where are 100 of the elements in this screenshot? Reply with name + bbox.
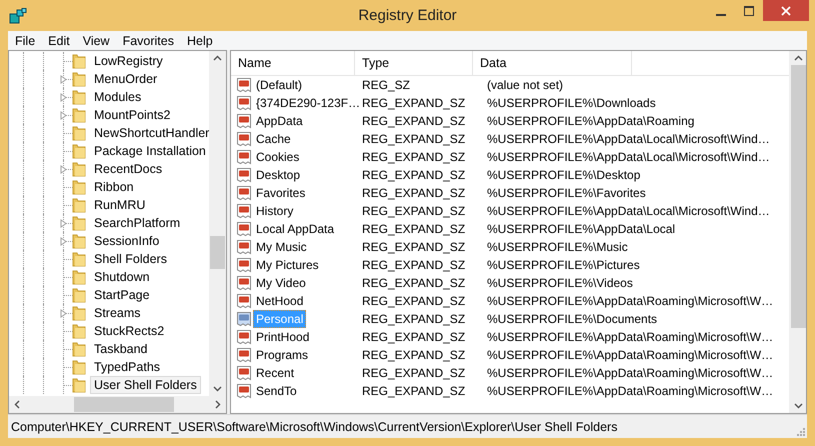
folder-icon <box>72 323 86 339</box>
tree-item[interactable]: Modules <box>90 88 146 106</box>
column-header[interactable]: Name <box>231 51 355 75</box>
tree-item[interactable]: RecentDocs <box>90 160 166 178</box>
tree-item[interactable]: User Shell Folders <box>90 376 201 394</box>
chevron-down-icon[interactable] <box>794 403 802 409</box>
string-value-icon <box>236 113 252 129</box>
table-cell-text: REG_EXPAND_SZ <box>361 294 466 308</box>
chevron-down-icon[interactable] <box>213 386 222 392</box>
minimize-icon <box>716 14 726 16</box>
tree-item[interactable]: SearchPlatform <box>90 214 184 232</box>
window-title: Registry Editor <box>358 7 457 24</box>
folder-icon <box>72 125 86 141</box>
chevron-left-icon[interactable] <box>14 400 20 409</box>
value-name[interactable]: My Music <box>253 238 310 256</box>
string-value-icon <box>236 203 252 219</box>
chevron-right-icon[interactable] <box>215 400 221 409</box>
table-cell-text: REG_EXPAND_SZ <box>361 204 466 218</box>
resize-grip-icon[interactable] <box>795 426 805 436</box>
value-name[interactable]: Cache <box>253 130 294 148</box>
table-cell-text: REG_EXPAND_SZ <box>361 276 466 290</box>
scroll-thumb[interactable] <box>74 397 174 412</box>
string-value-icon <box>236 221 252 237</box>
scroll-thumb[interactable] <box>210 236 225 269</box>
tree-item[interactable]: MountPoints2 <box>90 106 174 124</box>
value-name[interactable]: My Video <box>253 274 309 292</box>
table-cell-text: %USERPROFILE%\AppData\Local <box>486 222 676 236</box>
expand-arrow-icon[interactable] <box>60 75 67 84</box>
folder-icon <box>72 287 86 303</box>
tree-item[interactable]: Shutdown <box>90 268 154 286</box>
table-cell-text: %USERPROFILE%\AppData\Roaming\Microsoft\W… <box>486 384 774 398</box>
close-button[interactable] <box>763 0 809 21</box>
maximize-icon <box>744 6 754 16</box>
table-cell-text: (value not set) <box>486 78 564 92</box>
string-value-icon <box>236 347 252 363</box>
value-name[interactable]: NetHood <box>253 292 306 310</box>
folder-icon <box>72 359 86 375</box>
tree-item[interactable]: Streams <box>90 304 145 322</box>
scroll-thumb[interactable] <box>790 65 806 328</box>
tree-item[interactable]: SessionInfo <box>90 232 164 250</box>
folder-icon <box>72 53 86 69</box>
chevron-up-icon[interactable] <box>794 55 802 61</box>
table-cell-text: %USERPROFILE%\AppData\Roaming\Microsoft\W… <box>486 294 774 308</box>
scrollbar[interactable] <box>209 51 226 396</box>
tree-item[interactable]: Shell Folders <box>90 250 171 268</box>
chevron-up-icon[interactable] <box>213 55 222 61</box>
tree-item[interactable]: MenuOrder <box>90 70 162 88</box>
value-name[interactable]: Cookies <box>253 148 302 166</box>
tree-item[interactable]: RunMRU <box>90 196 150 214</box>
column-header[interactable]: Data <box>473 51 632 75</box>
table-cell-text: REG_SZ <box>361 78 412 92</box>
value-name[interactable]: Recent <box>253 364 298 382</box>
value-name[interactable]: AppData <box>253 112 306 130</box>
menu-item[interactable]: Edit <box>41 34 76 48</box>
string-value-icon <box>236 383 252 399</box>
value-name[interactable]: Desktop <box>253 166 304 184</box>
value-name[interactable]: Programs <box>253 346 312 364</box>
table-cell-text: REG_EXPAND_SZ <box>361 150 466 164</box>
folder-icon <box>72 197 86 213</box>
expand-arrow-icon[interactable] <box>60 219 67 228</box>
folder-icon <box>72 107 86 123</box>
scrollbar[interactable] <box>9 396 226 413</box>
table-cell-text: REG_EXPAND_SZ <box>361 132 466 146</box>
scrollbar[interactable] <box>789 51 806 413</box>
folder-icon <box>72 341 86 357</box>
value-name[interactable]: PrintHood <box>253 328 312 346</box>
value-name[interactable]: SendTo <box>253 382 300 400</box>
folder-icon <box>72 215 86 231</box>
expand-arrow-icon[interactable] <box>60 93 67 102</box>
menu-item[interactable]: Help <box>180 34 219 48</box>
string-value-icon <box>236 293 252 309</box>
value-name[interactable]: Local AppData <box>253 220 338 238</box>
table-cell-text: REG_EXPAND_SZ <box>361 222 466 236</box>
tree-item[interactable]: TypedPaths <box>90 358 164 376</box>
tree-item[interactable]: LowRegistry <box>90 52 167 70</box>
tree-item[interactable]: Package Installation <box>90 142 209 160</box>
value-name[interactable]: My Pictures <box>253 256 322 274</box>
tree-item[interactable]: Ribbon <box>90 178 138 196</box>
value-name[interactable]: Favorites <box>253 184 308 202</box>
expand-arrow-icon[interactable] <box>60 309 67 318</box>
tree-item[interactable]: StartPage <box>90 286 154 304</box>
menu-item[interactable]: Favorites <box>116 34 180 48</box>
menu-item[interactable]: View <box>76 34 116 48</box>
folder-icon <box>72 233 86 249</box>
value-name[interactable]: {374DE290-123F… <box>253 94 364 112</box>
value-name[interactable]: (Default) <box>253 76 306 94</box>
folder-icon <box>72 71 86 87</box>
tree-item[interactable]: NewShortcutHandler <box>90 124 209 142</box>
column-header[interactable]: Type <box>355 51 473 75</box>
table-cell-text: %USERPROFILE%\Desktop <box>486 168 642 182</box>
menu-item[interactable]: File <box>8 34 42 48</box>
expand-arrow-icon[interactable] <box>60 111 67 120</box>
string-value-icon <box>236 77 252 93</box>
value-name[interactable]: History <box>253 202 296 220</box>
registry-cubes-icon <box>9 8 27 24</box>
tree-item[interactable]: StuckRects2 <box>90 322 168 340</box>
table-cell-text: %USERPROFILE%\AppData\Roaming <box>486 114 696 128</box>
expand-arrow-icon[interactable] <box>60 237 67 246</box>
expand-arrow-icon[interactable] <box>60 165 67 174</box>
tree-item[interactable]: Taskband <box>90 340 152 358</box>
